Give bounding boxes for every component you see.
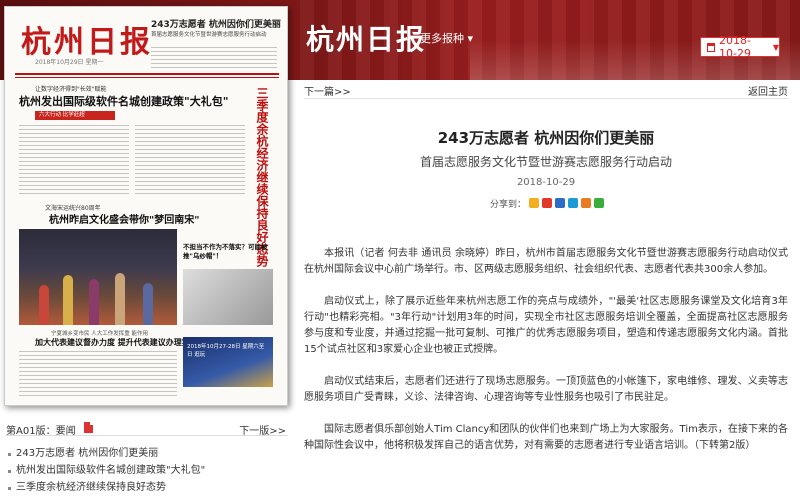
chevron-down-icon: ▾ <box>467 32 474 45</box>
pdf-icon[interactable] <box>84 422 93 433</box>
list-item[interactable]: 杭州发出国际级软件名城创建政策"大礼包" <box>6 462 288 479</box>
article-title: 243万志愿者 杭州因你们更美丽 <box>437 129 655 147</box>
paper-cartoon-image <box>183 269 273 325</box>
kaixin-icon[interactable] <box>581 198 592 208</box>
article-paragraph: 启动仪式结束后，志愿者们还进行了现场志愿服务。一顶顶蓝色的小帐篷下，家电维修、理… <box>304 376 788 403</box>
paper-masthead-date: 2018年10月29日 星期一 <box>35 59 104 66</box>
page-navigation: 第A01版：要闻 下一版>> <box>6 420 288 437</box>
weibo-icon[interactable] <box>542 198 553 208</box>
newspaper-page-thumbnail[interactable]: 杭州日报 2018年10月29日 星期一 243万志愿者 杭州因你们更美丽 首届… <box>4 6 288 406</box>
article-paragraph: 国际志愿者俱乐部创始人Tim Clancy和团队的伙伴们也来到广场上为大家服务。… <box>304 424 788 451</box>
paper-red-strip: 六大行动 比学赶超 <box>35 111 115 120</box>
divider <box>304 98 788 99</box>
more-papers-dropdown[interactable]: 更多报种 ▾ <box>420 30 473 46</box>
paper-headline-yuhang-economy[interactable]: 三季度余杭经济继续保持良好态势 <box>252 87 269 267</box>
paper-ad-text: 2018年10月27-28日 星期六至日 逛玩 <box>187 344 265 358</box>
paper-headline-software-city[interactable]: 杭州发出国际级软件名城创建政策"大礼包" <box>19 93 239 109</box>
date-picker[interactable]: 2018-10-29 ▼ <box>700 34 780 60</box>
article-paragraph: 启动仪式上，除了展示近些年来杭州志愿工作的亮点与成绩外，"'最美'社区志愿服务课… <box>304 296 788 355</box>
qq-icon[interactable] <box>568 198 579 208</box>
list-item[interactable]: 243万志愿者 杭州因你们更美丽 <box>6 445 288 462</box>
share-label: 分享到： <box>490 199 527 210</box>
qzone-icon[interactable] <box>529 198 540 208</box>
wechat-icon[interactable] <box>594 198 605 208</box>
paper-headline-kicker: 宁夏城乡变市民 人大工作发挥重 能作用 <box>51 331 148 337</box>
paper-photo-performance <box>19 229 177 325</box>
article-date: 2018-10-29 <box>516 177 576 188</box>
paper-headline-kicker: 让数字经济得到"长效"赋能 <box>35 86 107 93</box>
paper-side-headline[interactable]: 不担当不作为不落实？可能被推"乌纱帽"！ <box>183 243 273 261</box>
current-page-label[interactable]: 第A01版：要闻 <box>6 422 76 437</box>
date-picker-value: 2018-10-29 <box>718 34 751 60</box>
paper-text-block <box>19 125 129 197</box>
paper-masthead: 杭州日报 <box>21 25 153 60</box>
renren-icon[interactable] <box>555 198 566 208</box>
paper-text-block <box>19 351 177 399</box>
back-home-link[interactable]: 返回主页 <box>748 83 788 98</box>
article-body: 本报讯（记者 何去非 通讯员 余晓婷）昨日，杭州市首届志愿服务文化节暨世游赛志愿… <box>304 246 788 470</box>
paper-rule <box>15 77 279 78</box>
next-page-link[interactable]: 下一版>> <box>239 422 286 437</box>
list-item[interactable]: 三季度余杭经济继续保持良好态势 <box>6 479 288 496</box>
chevron-down-icon: ▼ <box>772 42 779 52</box>
paper-text-block <box>135 125 245 197</box>
paper-top-headline[interactable]: 243万志愿者 杭州因你们更美丽 <box>151 17 283 30</box>
more-papers-label: 更多报种 <box>420 32 464 45</box>
paper-text-block <box>151 47 277 69</box>
paper-headline-song-culture[interactable]: 杭州昨启文化盛会带你"梦回南宋" <box>49 211 199 226</box>
calendar-icon <box>707 42 715 52</box>
article-list: 243万志愿者 杭州因你们更美丽 杭州发出国际级软件名城创建政策"大礼包" 三季… <box>6 445 288 496</box>
site-logo[interactable]: 杭州日报 <box>306 18 426 58</box>
paper-top-subheadline: 首届志愿服务文化节暨世游赛志愿服务行动启动 <box>151 32 267 38</box>
share-bar: 分享到： <box>490 196 605 210</box>
paper-headline-deputies[interactable]: 加大代表建议督办力度 提升代表建议办理实效 <box>35 337 198 348</box>
article-paragraph: 本报讯（记者 何去非 通讯员 余晓婷）昨日，杭州市首届志愿服务文化节暨世游赛志愿… <box>304 248 788 275</box>
article-subtitle: 首届志愿服务文化节暨世游赛志愿服务行动启动 <box>419 155 672 169</box>
article-nav: 下一篇>> 返回主页 <box>304 82 788 98</box>
paper-rule <box>15 73 279 75</box>
next-article-link[interactable]: 下一篇>> <box>304 83 351 98</box>
